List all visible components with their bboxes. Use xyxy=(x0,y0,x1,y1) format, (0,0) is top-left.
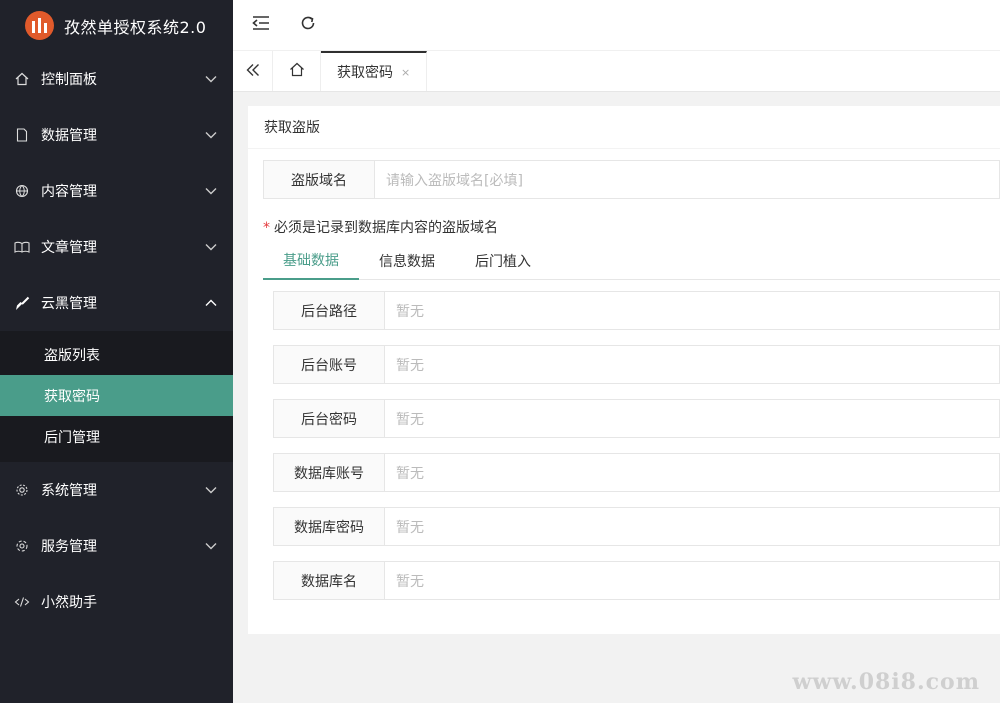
home-icon xyxy=(14,71,30,87)
field-value[interactable]: 暂无 xyxy=(385,345,1000,384)
chevron-down-icon xyxy=(205,241,217,253)
gear-icon xyxy=(14,482,30,498)
field-value[interactable]: 暂无 xyxy=(385,453,1000,492)
sidebar-item-data[interactable]: 数据管理 xyxy=(0,107,233,163)
sidebar-item-cloud-black[interactable]: 云黑管理 xyxy=(0,275,233,331)
data-subtabs: 基础数据 信息数据 后门植入 xyxy=(263,241,1000,280)
sidebar: 孜然单授权系统2.0 控制面板 数据管理 内容管理 文章管理 云黑管理 盗版列表… xyxy=(0,0,233,703)
sidebar-subitem-get-password[interactable]: 获取密码 xyxy=(0,375,233,416)
tab-label: 获取密码 xyxy=(337,65,393,81)
sidebar-subitem-piracy-list[interactable]: 盗版列表 xyxy=(0,334,233,375)
collapse-sidebar-button[interactable] xyxy=(249,13,273,37)
field-label: 后台账号 xyxy=(273,345,385,384)
domain-note: * 必须是记录到数据库内容的盗版域名 xyxy=(263,217,498,237)
sidebar-subitem-backdoor[interactable]: 后门管理 xyxy=(0,416,233,457)
field-label: 后台路径 xyxy=(273,291,385,330)
field-admin-password: 后台密码 暂无 xyxy=(273,399,1000,438)
refresh-icon xyxy=(300,15,316,35)
bars-logo-icon xyxy=(25,11,54,40)
field-value[interactable]: 暂无 xyxy=(385,507,1000,546)
card-title: 获取盗版 xyxy=(248,106,1000,149)
chevron-down-icon xyxy=(205,540,217,552)
sidebar-item-system[interactable]: 系统管理 xyxy=(0,462,233,518)
domain-input[interactable]: 请输入盗版域名[必填] xyxy=(375,160,1000,199)
field-label: 后台密码 xyxy=(273,399,385,438)
sidebar-item-label: 系统管理 xyxy=(41,483,97,499)
chevron-up-icon xyxy=(205,297,217,309)
sidebar-item-label: 云黑管理 xyxy=(41,296,97,312)
chevron-down-icon xyxy=(205,73,217,85)
home-icon xyxy=(289,62,305,81)
globe-icon xyxy=(14,183,30,199)
sidebar-submenu: 盗版列表 获取密码 后门管理 xyxy=(0,331,233,462)
domain-field: 盗版域名 请输入盗版域名[必填] xyxy=(263,160,1000,199)
field-db-name: 数据库名 暂无 xyxy=(273,561,1000,600)
app-logo[interactable]: 孜然单授权系统2.0 xyxy=(0,0,233,51)
book-icon xyxy=(14,239,30,255)
sidebar-item-content[interactable]: 内容管理 xyxy=(0,163,233,219)
domain-note-text: 必须是记录到数据库内容的盗版域名 xyxy=(274,220,498,236)
close-icon[interactable]: × xyxy=(401,66,410,79)
tabs-scroll-left-button[interactable] xyxy=(233,51,273,91)
chevron-down-icon xyxy=(205,484,217,496)
sidebar-item-label: 内容管理 xyxy=(41,184,97,200)
page-tabs-bar: 获取密码 × xyxy=(233,51,1000,92)
sidebar-item-label: 服务管理 xyxy=(41,539,97,555)
tab-get-password[interactable]: 获取密码 × xyxy=(321,51,428,91)
top-header xyxy=(233,0,1000,51)
watermark: www.08i8.com xyxy=(792,669,980,695)
field-db-password: 数据库密码 暂无 xyxy=(273,507,1000,546)
double-chevron-left-icon xyxy=(246,62,260,81)
subtab-info-data[interactable]: 信息数据 xyxy=(359,241,455,280)
field-admin-account: 后台账号 暂无 xyxy=(273,345,1000,384)
sidebar-item-articles[interactable]: 文章管理 xyxy=(0,219,233,275)
sidebar-item-service[interactable]: 服务管理 xyxy=(0,518,233,574)
field-db-account: 数据库账号 暂无 xyxy=(273,453,1000,492)
sidebar-item-label: 数据管理 xyxy=(41,128,97,144)
field-label: 数据库密码 xyxy=(273,507,385,546)
subtab-backdoor-implant[interactable]: 后门植入 xyxy=(455,241,551,280)
menu-fold-icon xyxy=(252,15,270,35)
sidebar-item-assistant[interactable]: 小然助手 xyxy=(0,574,233,630)
field-value[interactable]: 暂无 xyxy=(385,291,1000,330)
sidebar-item-label: 文章管理 xyxy=(41,240,97,256)
required-star: * xyxy=(263,220,270,236)
sidebar-item-label: 控制面板 xyxy=(41,72,97,88)
chevron-down-icon xyxy=(205,185,217,197)
brush-icon xyxy=(14,295,30,311)
sidebar-item-label: 小然助手 xyxy=(41,595,97,611)
subtab-basic-data[interactable]: 基础数据 xyxy=(263,241,359,280)
field-value[interactable]: 暂无 xyxy=(385,399,1000,438)
app-title: 孜然单授权系统2.0 xyxy=(64,17,207,37)
chevron-down-icon xyxy=(205,129,217,141)
refresh-button[interactable] xyxy=(296,13,320,37)
document-icon xyxy=(14,127,30,143)
field-value[interactable]: 暂无 xyxy=(385,561,1000,600)
code-icon xyxy=(14,594,30,610)
field-label: 数据库账号 xyxy=(273,453,385,492)
gear-icon xyxy=(14,538,30,554)
field-admin-path: 后台路径 暂无 xyxy=(273,291,1000,330)
sidebar-item-dashboard[interactable]: 控制面板 xyxy=(0,51,233,107)
domain-field-label: 盗版域名 xyxy=(263,160,375,199)
field-label: 数据库名 xyxy=(273,561,385,600)
tab-home[interactable] xyxy=(273,51,321,91)
